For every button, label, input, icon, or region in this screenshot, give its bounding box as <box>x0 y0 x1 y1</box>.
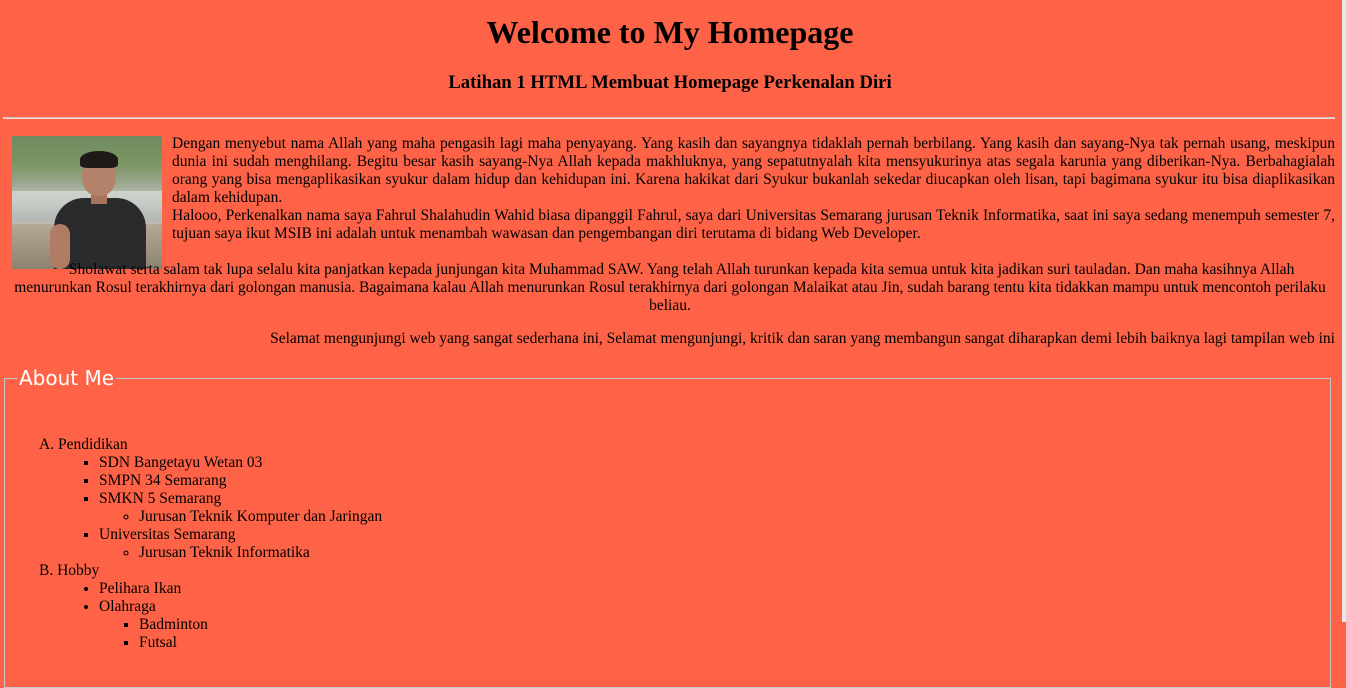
hobby-list: Pelihara Ikan Olahraga Badminton Futsal <box>39 580 382 652</box>
closing-paragraph: Selamat mengunjungi web yang sangat sede… <box>270 330 1335 347</box>
about-sections: A. Pendidikan SDN Bangetayu Wetan 03 SMP… <box>5 436 382 652</box>
page-subtitle: Latihan 1 HTML Membuat Homepage Perkenal… <box>448 72 892 93</box>
education-section: A. Pendidikan SDN Bangetayu Wetan 03 SMP… <box>39 436 382 562</box>
hobby-section: B. Hobby Pelihara Ikan Olahraga Badminto… <box>39 562 382 652</box>
education-label: A. Pendidikan <box>39 436 128 453</box>
list-item: Badminton <box>139 616 382 634</box>
about-me-list: A. Pendidikan SDN Bangetayu Wetan 03 SMP… <box>5 436 382 652</box>
list-item-label: Olahraga <box>99 598 156 615</box>
hobby-label: B. Hobby <box>39 562 100 579</box>
list-item: SMPN 34 Semarang <box>99 472 382 490</box>
list-item: Universitas Semarang Jurusan Teknik Info… <box>99 526 382 562</box>
intro-paragraph-2: Halooo, Perkenalkan nama saya Fahrul Sha… <box>172 207 1335 242</box>
list-item: Jurusan Teknik Komputer dan Jaringan <box>139 508 382 526</box>
about-me-legend: About Me <box>19 366 115 390</box>
horizontal-divider <box>3 117 1335 119</box>
about-me-fieldset: About Me A. Pendidikan SDN Bangetayu Wet… <box>4 366 1331 688</box>
page-title: Welcome to My Homepage <box>486 14 854 50</box>
list-item: Jurusan Teknik Informatika <box>139 544 382 562</box>
intro-text: Dengan menyebut nama Allah yang maha pen… <box>172 135 1335 243</box>
major-list: Jurusan Teknik Komputer dan Jaringan <box>99 508 382 526</box>
sholawat-paragraph-text: Sholawat serta salam tak lupa selalu kit… <box>14 261 1326 314</box>
major-list: Jurusan Teknik Informatika <box>99 544 382 562</box>
list-item: Pelihara Ikan <box>99 580 382 598</box>
intro-paragraph-1: Dengan menyebut nama Allah yang maha pen… <box>172 135 1335 206</box>
sports-list: Badminton Futsal <box>99 616 382 652</box>
list-item: SMKN 5 Semarang Jurusan Teknik Komputer … <box>99 490 382 526</box>
list-item-label: Universitas Semarang <box>99 526 236 543</box>
list-item: Olahraga Badminton Futsal <box>99 598 382 652</box>
page-scrollbar[interactable] <box>1342 0 1346 622</box>
education-list: SDN Bangetayu Wetan 03 SMPN 34 Semarang … <box>39 454 382 562</box>
list-item: SDN Bangetayu Wetan 03 <box>99 454 382 472</box>
list-item-label: SMKN 5 Semarang <box>99 490 222 507</box>
sholawat-paragraph: Sholawat serta salam tak lupa selalu kit… <box>6 261 1334 315</box>
profile-photo <box>12 136 162 269</box>
list-item: Futsal <box>139 634 382 652</box>
